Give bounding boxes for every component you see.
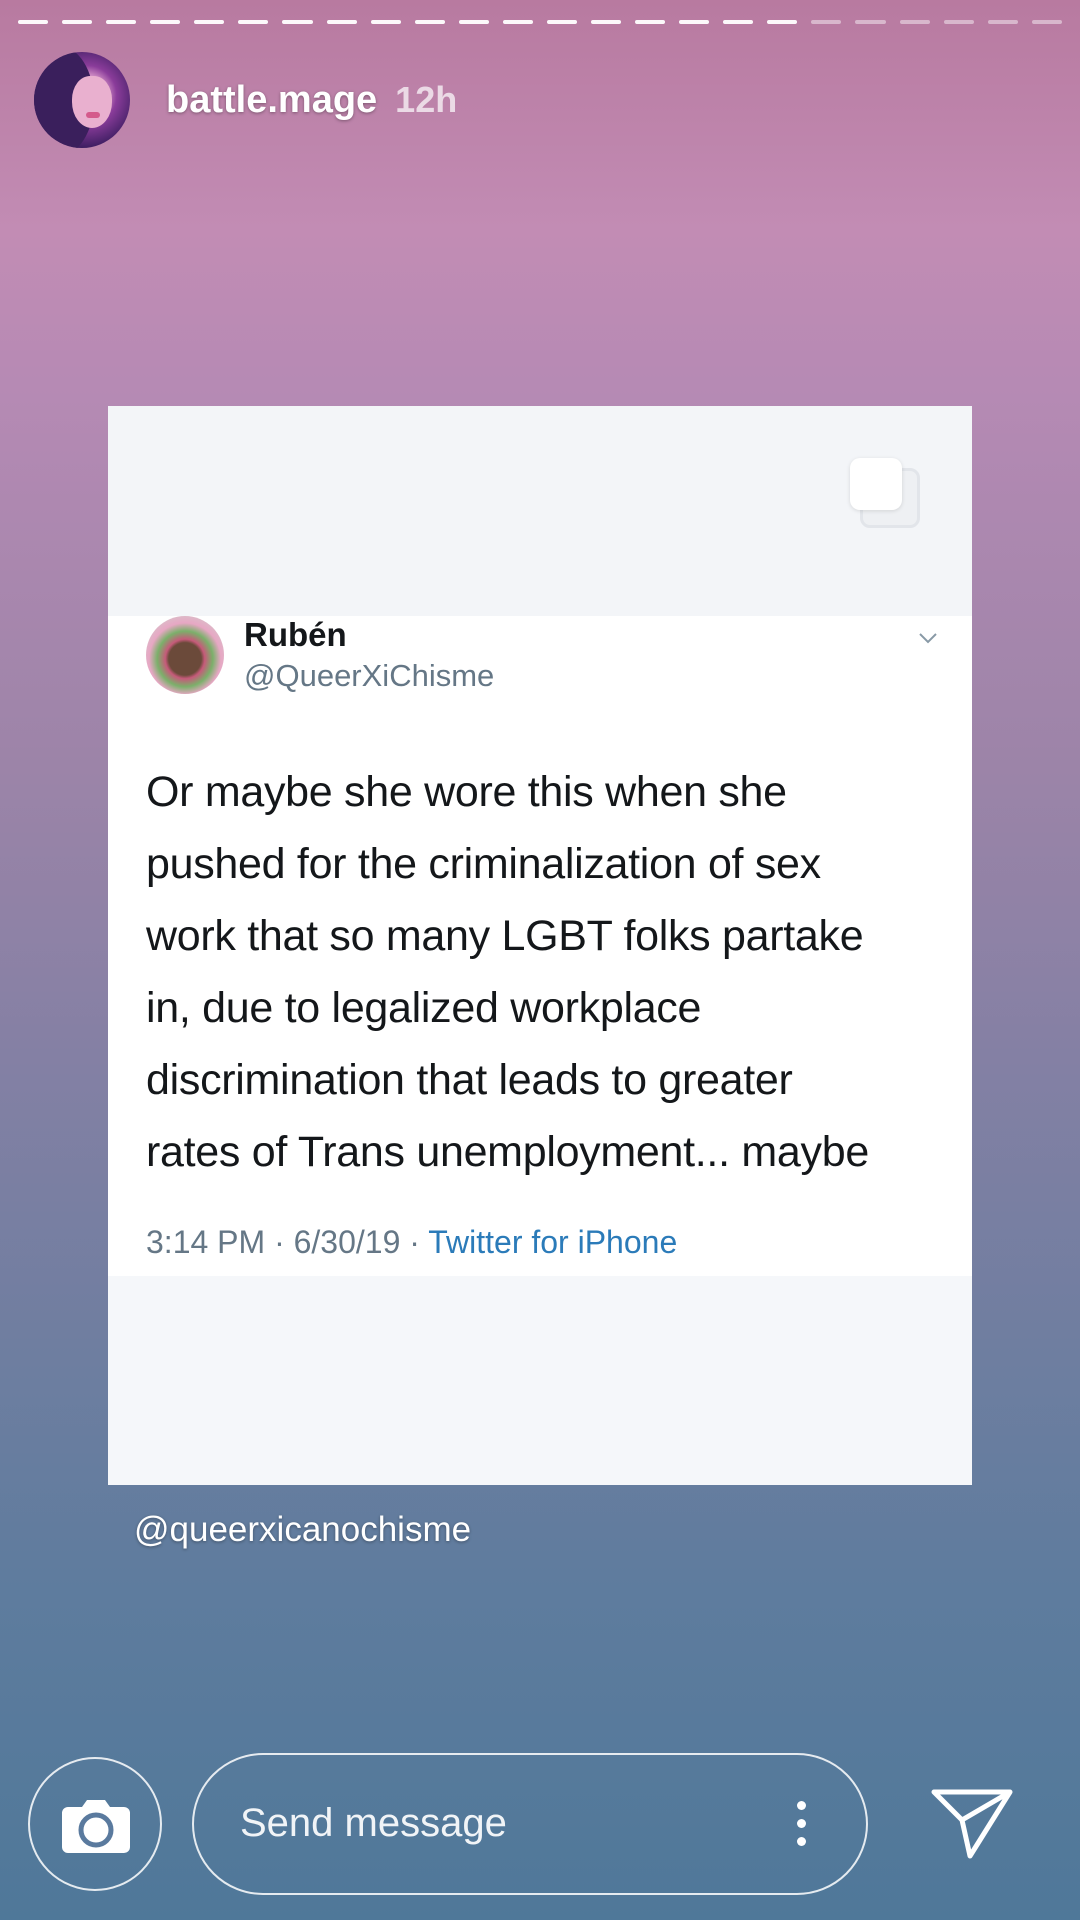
progress-segment [767, 20, 798, 24]
progress-segment [150, 20, 181, 24]
progress-segment [591, 20, 622, 24]
tweet-display-name: Rubén [244, 616, 347, 653]
chevron-down-icon [919, 633, 937, 644]
progress-segment [370, 20, 401, 24]
progress-segment [18, 20, 49, 24]
tweet-source: Twitter for iPhone [428, 1224, 678, 1260]
progress-segment [238, 20, 269, 24]
progress-segment [502, 20, 533, 24]
tweet-avatar [146, 616, 224, 694]
progress-segment [855, 20, 886, 24]
camera-icon [62, 1800, 130, 1853]
story-header: battle.mage 12h [34, 52, 457, 148]
tweet-line: Or maybe she wore this when she [146, 768, 787, 816]
tweet: Rubén @QueerXiChisme Or maybe she wore t… [108, 616, 972, 1276]
tweet-meta: 3:14 PM · 6/30/19 · Twitter for iPhone [146, 1224, 677, 1261]
tweet-text: Or maybe she wore this when she pushed f… [146, 756, 946, 1188]
progress-segment [282, 20, 313, 24]
tweet-timestamp: 3:14 PM · 6/30/19 · [146, 1224, 429, 1260]
tweet-line: rates of Trans unemployment... maybe [146, 1128, 869, 1176]
send-message-placeholder: Send message [240, 1801, 507, 1845]
progress-segment [414, 20, 445, 24]
progress-segment [987, 20, 1018, 24]
camera-button[interactable] [28, 1757, 162, 1891]
tweet-line: discrimination that leads to greater [146, 1056, 793, 1104]
progress-segment [723, 20, 754, 24]
progress-segment [194, 20, 225, 24]
progress-segment [326, 20, 357, 24]
username[interactable]: battle.mage [166, 79, 377, 122]
progress-segment [811, 20, 842, 24]
shared-tweet-card[interactable]: Rubén @QueerXiChisme Or maybe she wore t… [108, 406, 972, 1485]
progress-segment [1031, 20, 1062, 24]
tweet-line: work that so many LGBT folks partake [146, 912, 864, 960]
progress-segment [106, 20, 137, 24]
tweet-handle: @QueerXiChisme [244, 658, 495, 693]
progress-segment [679, 20, 710, 24]
progress-segment [635, 20, 666, 24]
multiple-photos-icon [850, 458, 920, 528]
progress-segment [62, 20, 93, 24]
mention-sticker[interactable]: @queerxicanochisme [134, 1510, 471, 1550]
post-time: 12h [395, 79, 458, 120]
progress-segment [458, 20, 489, 24]
send-icon[interactable] [930, 1786, 1014, 1862]
card-header-area [108, 406, 972, 616]
progress-segment [546, 20, 578, 24]
story-progress-bar [18, 20, 1062, 25]
tweet-line: in, due to legalized workplace [146, 984, 702, 1032]
avatar[interactable] [34, 52, 130, 148]
send-message-input[interactable]: Send message [192, 1753, 868, 1895]
progress-segment [899, 20, 930, 24]
more-vertical-icon[interactable] [794, 1801, 808, 1851]
tweet-line: pushed for the criminalization of sex [146, 840, 821, 888]
progress-segment [943, 20, 974, 24]
